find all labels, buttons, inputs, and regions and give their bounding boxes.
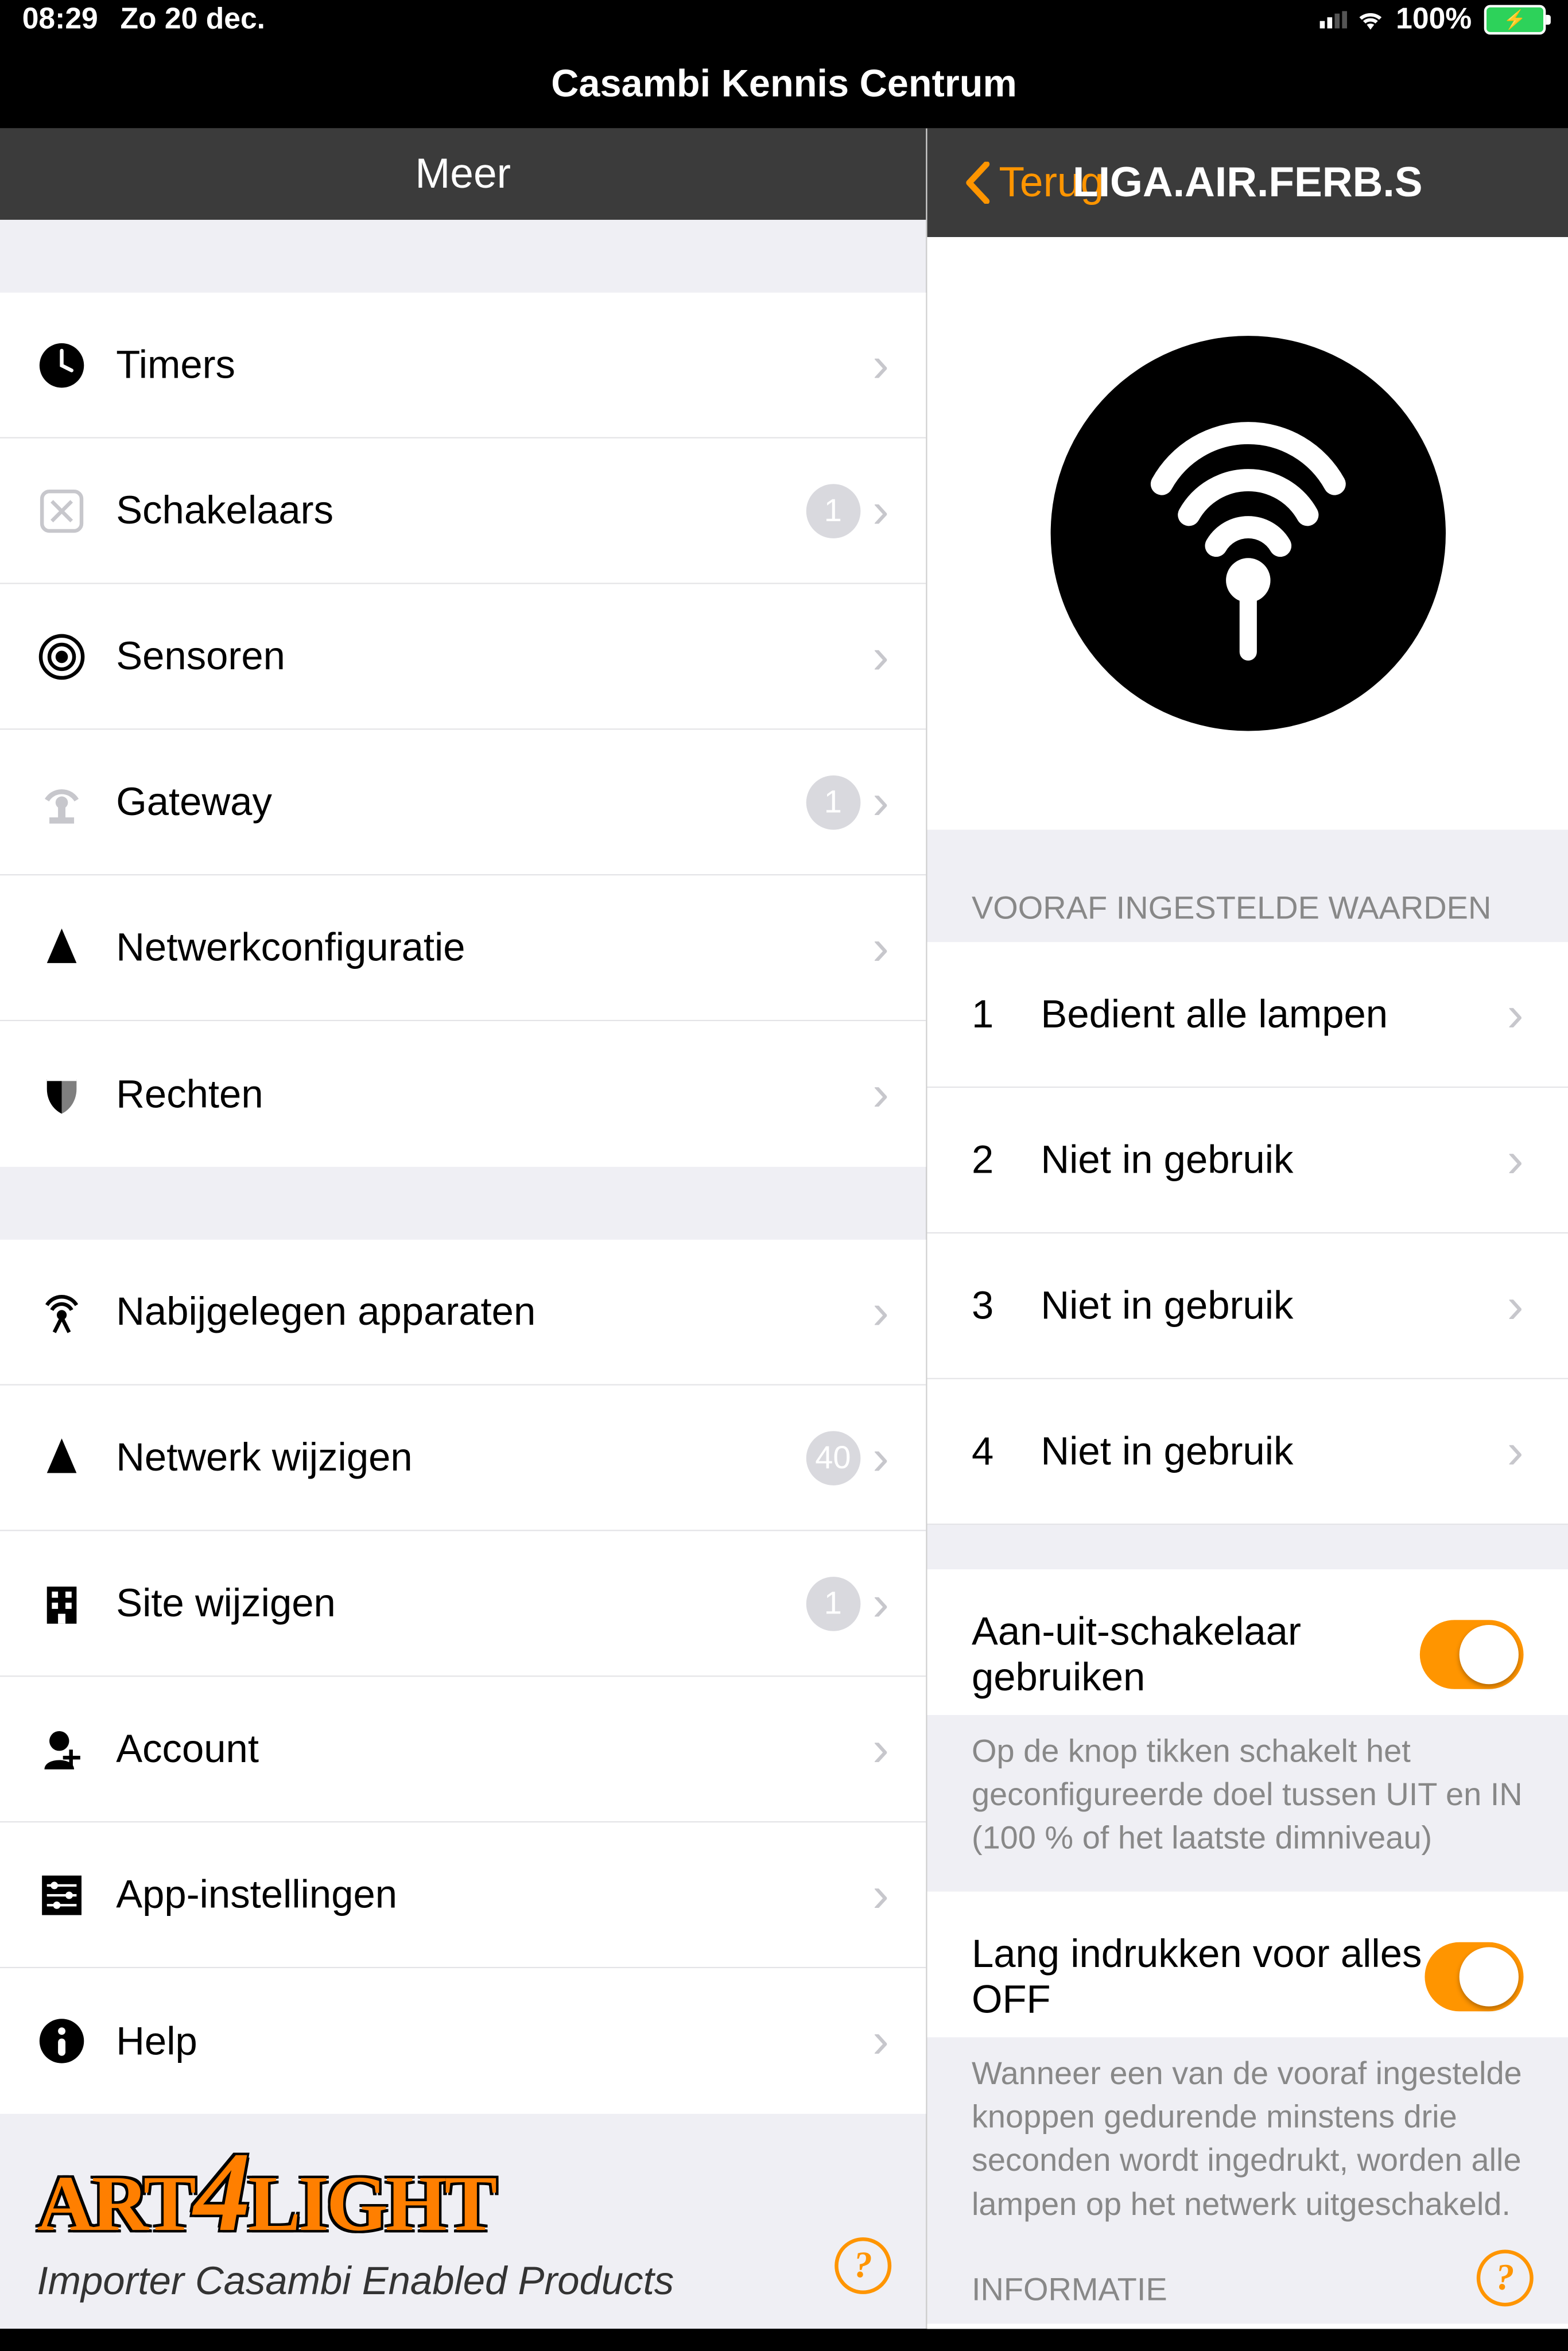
preset-label: Bedient alle lampen [1041,991,1507,1037]
toggle-longpress-desc: Wanneer een van de vooraf ingestelde kno… [927,2038,1568,2258]
toggle-longpress[interactable] [1425,1942,1524,2011]
badge: 1 [806,1577,860,1631]
status-bar: 08:29 Zo 20 dec. 100% ⚡ [0,0,1568,40]
chevron-right-icon: › [1507,990,1524,1039]
sliders-icon [25,1871,99,1920]
badge: 1 [806,775,860,830]
chevron-right-icon: › [872,2017,889,2066]
status-time: 08:29 [22,2,98,37]
info-icon [25,2017,99,2066]
gateway-icon [25,778,99,827]
sidebar-item-timers[interactable]: Timers › [0,293,926,439]
sidebar: Meer Timers › Schakelaars 1 › Sensoren ›… [0,129,926,2329]
help-button[interactable]: ? [835,2237,891,2294]
sidebar-item-label: Account [99,1727,872,1772]
page-title: LIGA.AIR.FERB.S [1073,158,1423,207]
preset-row-3[interactable]: 3 Niet in gebruik › [927,1233,1568,1379]
site-icon [25,1579,99,1628]
account-icon [25,1725,99,1774]
section-info-header: INFORMATIE [927,2258,1568,2323]
sidebar-item-label: Netwerk wijzigen [99,1436,806,1481]
sidebar-item-gateway[interactable]: Gateway 1 › [0,730,926,876]
status-date: Zo 20 dec. [121,2,265,37]
preset-number: 4 [972,1429,1041,1475]
content-header: Terug LIGA.AIR.FERB.S [927,129,1568,237]
preset-number: 1 [972,991,1041,1037]
sidebar-item-label: App-instellingen [99,1872,872,1918]
chevron-right-icon: › [1507,1281,1524,1330]
battery-pct: 100% [1396,2,1472,37]
preset-label: Niet in gebruik [1041,1429,1507,1475]
chevron-left-icon [964,162,991,204]
chevron-right-icon: › [872,924,889,973]
chevron-right-icon: › [872,1871,889,1920]
sidebar-item-label: Help [99,2019,872,2065]
sidebar-item-label: Rechten [99,1072,872,1118]
sensor-icon [25,632,99,681]
sidebar-item-sensoren[interactable]: Sensoren › [0,584,926,730]
sidebar-item-schakelaars[interactable]: Schakelaars 1 › [0,439,926,585]
toggle-on-off[interactable] [1420,1620,1523,1689]
logo: ART4LIGHT Importer Casambi Enabled Produ… [0,2115,926,2329]
preset-number: 2 [972,1137,1041,1183]
sidebar-item-app-instellingen[interactable]: App-instellingen › [0,1823,926,1969]
content-pane: Terug LIGA.AIR.FERB.S VOORAF INGESTELDE … [926,129,1568,2329]
sidebar-item-nabijgelegen-apparaten[interactable]: Nabijgelegen apparaten › [0,1240,926,1386]
preset-row-1[interactable]: 1 Bedient alle lampen › [927,942,1568,1088]
chevron-right-icon: › [872,1288,889,1337]
tab-bar: Lampen A Galerij Scènes Meer [0,2329,1568,2351]
help-button-content[interactable]: ? [1477,2249,1534,2306]
sidebar-item-account[interactable]: Account › [0,1677,926,1823]
sidebar-item-label: Timers [99,343,872,389]
preset-label: Niet in gebruik [1041,1283,1507,1329]
section-presets-header: VOORAF INGESTELDE WAARDEN [927,830,1568,942]
sidebar-item-label: Nabijgelegen apparaten [99,1290,872,1336]
sidebar-item-label: Gateway [99,779,806,825]
badge: 1 [806,484,860,538]
sidebar-item-netwerk-wijzigen[interactable]: Netwerk wijzigen 40 › [0,1386,926,1532]
toggle-on-off-row: Aan-uit-schakelaar gebruiken [927,1569,1568,1715]
toggle-on-off-desc: Op de knop tikken schakelt het geconfigu… [927,1715,1568,1892]
preset-row-2[interactable]: 2 Niet in gebruik › [927,1088,1568,1233]
wifi-icon [1356,10,1383,29]
preset-label: Niet in gebruik [1041,1137,1507,1183]
preset-number: 3 [972,1283,1041,1329]
network-icon [25,924,99,973]
chevron-right-icon: › [1507,1135,1524,1185]
app-title: Casambi Kennis Centrum [0,40,1568,129]
clock-icon [25,340,99,390]
device-hero [927,237,1568,830]
battery-icon: ⚡ [1484,5,1546,35]
cell-signal-icon [1319,11,1344,28]
chevron-right-icon: › [872,1579,889,1628]
sidebar-item-rechten[interactable]: Rechten › [0,1022,926,1167]
shield-icon [25,1070,99,1119]
sidebar-item-label: Schakelaars [99,488,806,534]
toggle-longpress-row: Lang indrukken voor alles OFF [927,1892,1568,2038]
network-icon [25,1434,99,1483]
sidebar-item-label: Netwerkconfiguratie [99,925,872,971]
sidebar-title: Meer [0,129,926,220]
chevron-right-icon: › [872,486,889,536]
sidebar-item-site-wijzigen[interactable]: Site wijzigen 1 › [0,1532,926,1678]
preset-row-4[interactable]: 4 Niet in gebruik › [927,1379,1568,1525]
chevron-right-icon: › [872,1434,889,1483]
antenna-icon [25,1288,99,1337]
info-battery-row[interactable]: Batterij [927,2323,1568,2329]
sidebar-item-label: Site wijzigen [99,1581,806,1627]
chevron-right-icon: › [872,632,889,681]
sidebar-item-label: Sensoren [99,634,872,680]
chevron-right-icon: › [872,1725,889,1774]
chevron-right-icon: › [872,340,889,390]
chevron-right-icon: › [1507,1427,1524,1476]
device-icon [1050,336,1445,731]
sidebar-item-help[interactable]: Help › [0,1969,926,2115]
sidebar-item-netwerkconfiguratie[interactable]: Netwerkconfiguratie › [0,876,926,1022]
chevron-right-icon: › [872,778,889,827]
badge: 40 [806,1431,860,1485]
chevron-right-icon: › [872,1070,889,1119]
switch-icon [25,486,99,536]
